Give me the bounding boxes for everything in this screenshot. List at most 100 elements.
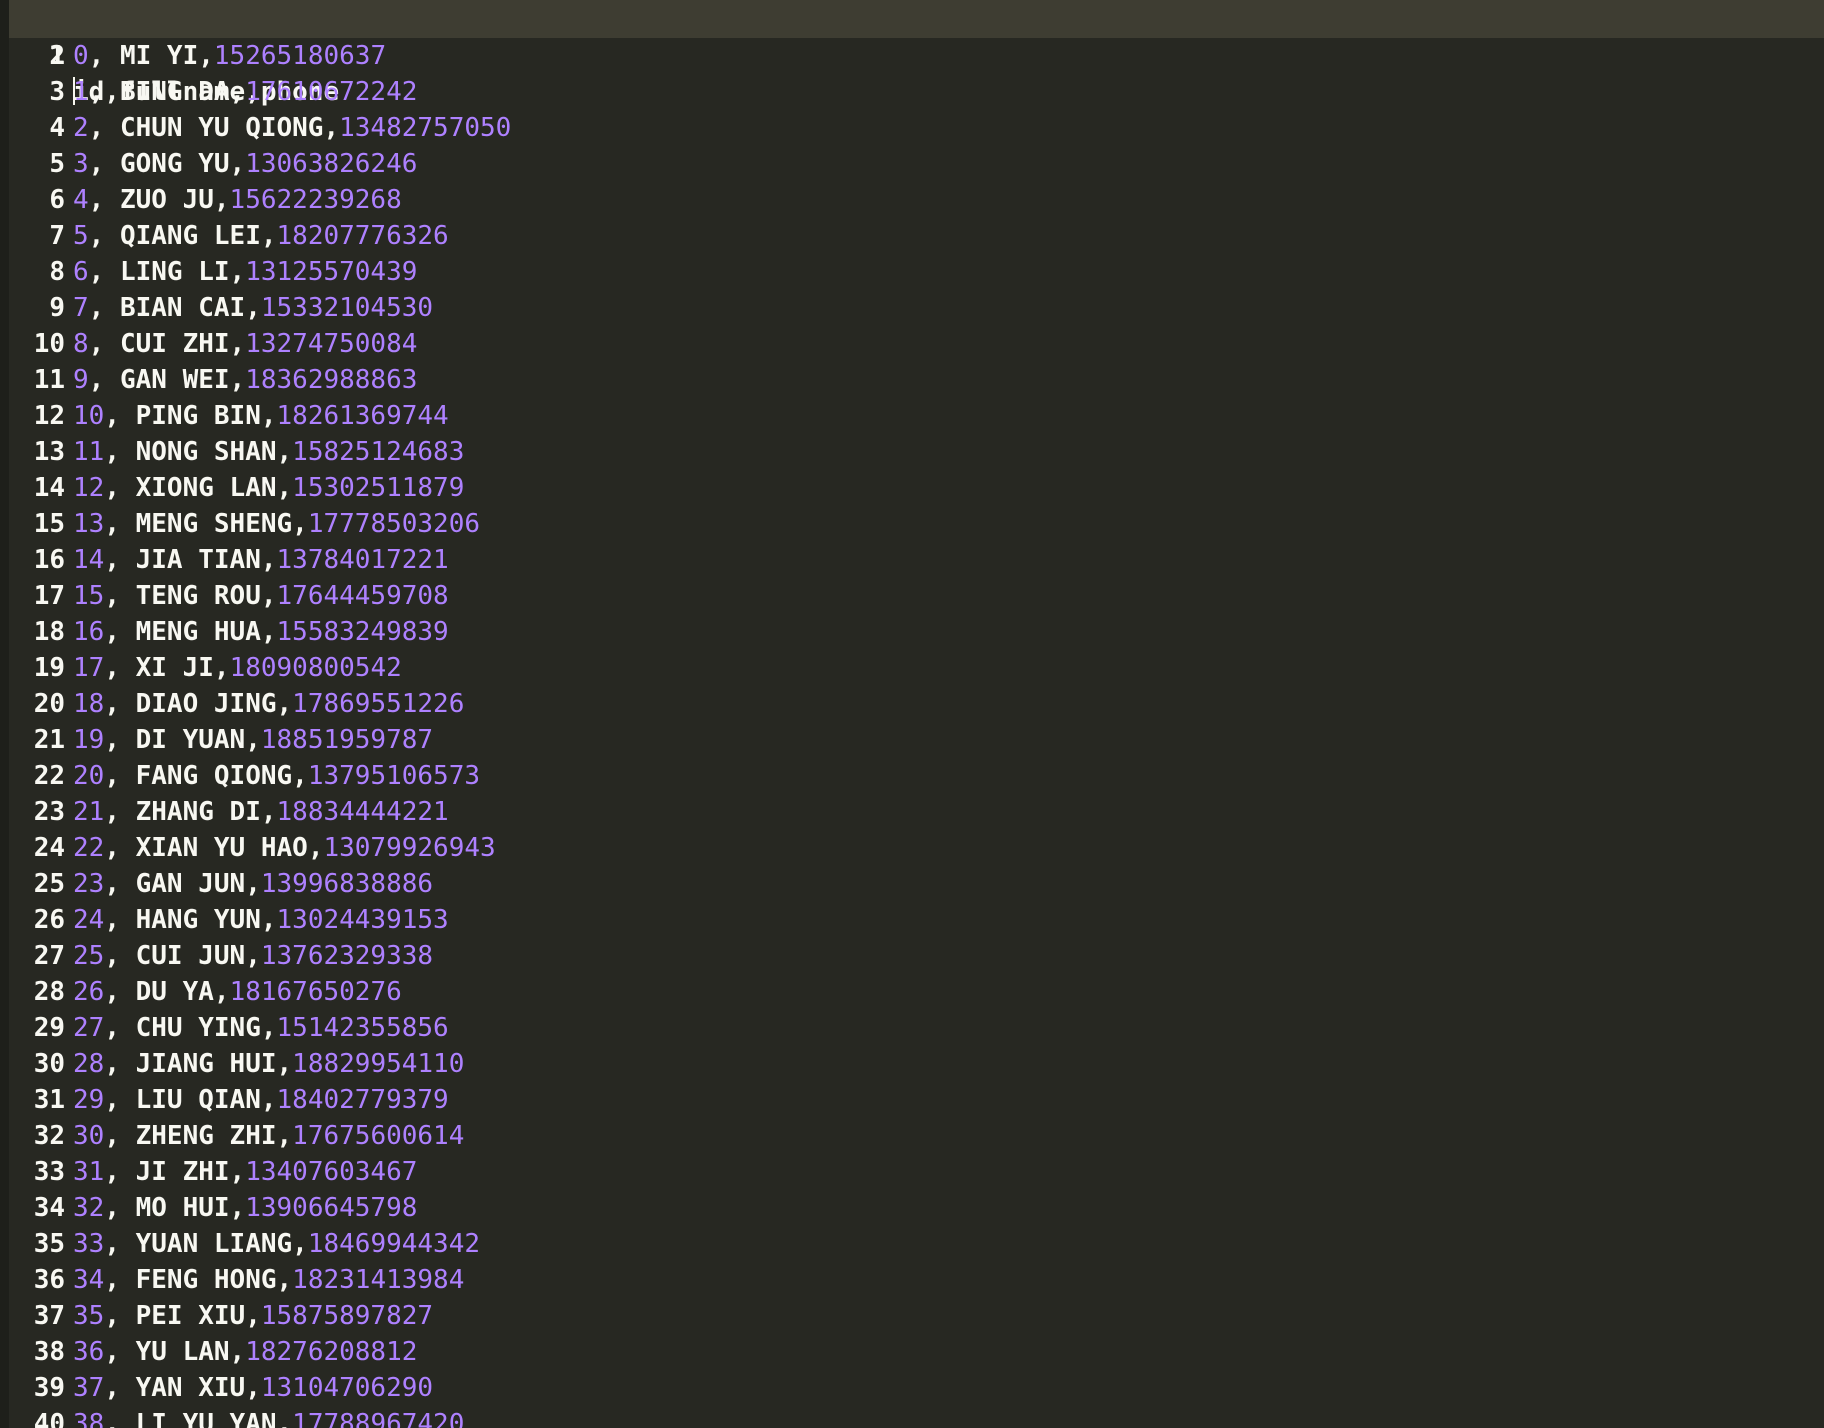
line-content[interactable]: 12, XIONG LAN,15302511879 (73, 470, 464, 506)
line-content[interactable]: 34, FENG HONG,18231413984 (73, 1262, 464, 1298)
line-content[interactable]: 20, FANG QIONG,13795106573 (73, 758, 480, 794)
editor-line[interactable]: 3 1, BING DA,17610672242 (9, 74, 1824, 110)
editor-line[interactable]: 5 3, GONG YU,13063826246 (9, 146, 1824, 182)
line-content[interactable]: 13, MENG SHENG,17778503206 (73, 506, 480, 542)
line-content[interactable]: 21, ZHANG DI,18834444221 (73, 794, 449, 830)
line-content[interactable]: 37, YAN XIU,13104706290 (73, 1370, 433, 1406)
csv-id-value: 4 (73, 185, 89, 215)
csv-id-value: 24 (73, 905, 105, 935)
line-content[interactable]: 15, TENG ROU,17644459708 (73, 578, 449, 614)
line-number: 6 (49, 185, 65, 215)
line-content[interactable]: 11, NONG SHAN,15825124683 (73, 434, 464, 470)
editor-line[interactable]: 37 35, PEI XIU,15875897827 (9, 1298, 1824, 1334)
editor-line[interactable]: 29 27, CHU YING,15142355856 (9, 1010, 1824, 1046)
csv-id-value: 9 (73, 365, 89, 395)
csv-id-value: 23 (73, 869, 105, 899)
editor-line[interactable]: 27 25, CUI JUN,13762329338 (9, 938, 1824, 974)
csv-id-value: 18 (73, 689, 105, 719)
line-content[interactable]: 25, CUI JUN,13762329338 (73, 938, 433, 974)
editor-line[interactable]: 38 36, YU LAN,18276208812 (9, 1334, 1824, 1370)
editor-line[interactable]: 35 33, YUAN LIANG,18469944342 (9, 1226, 1824, 1262)
editor-line[interactable]: 7 5, QIANG LEI,18207776326 (9, 218, 1824, 254)
line-content[interactable]: 4, ZUO JU,15622239268 (73, 182, 402, 218)
editor-line[interactable]: 28 26, DU YA,18167650276 (9, 974, 1824, 1010)
line-content[interactable]: 6, LING LI,13125570439 (73, 254, 417, 290)
csv-phone-value: 17778503206 (307, 509, 481, 539)
editor-line[interactable]: 17 15, TENG ROU,17644459708 (9, 578, 1824, 614)
editor-line[interactable]: 13 11, NONG SHAN,15825124683 (9, 434, 1824, 470)
csv-fullname-value: MI YI (119, 41, 199, 71)
line-content[interactable]: 3, GONG YU,13063826246 (73, 146, 417, 182)
editor-line[interactable]: 22 20, FANG QIONG,13795106573 (9, 758, 1824, 794)
editor-line[interactable]: 21 19, DI YUAN,18851959787 (9, 722, 1824, 758)
editor-line[interactable]: 23 21, ZHANG DI,18834444221 (9, 794, 1824, 830)
csv-fullname-value: YU LAN (135, 1337, 230, 1367)
editor-line[interactable]: 20 18, DIAO JING,17869551226 (9, 686, 1824, 722)
editor-lines[interactable]: 1 id,fullname,phone 2 0, MI YI,1526518063… (9, 2, 1824, 1428)
line-content[interactable]: 14, JIA TIAN,13784017221 (73, 542, 449, 578)
line-number: 40 (33, 1409, 65, 1428)
line-content[interactable]: 16, MENG HUA,15583249839 (73, 614, 449, 650)
editor-line[interactable]: 12 10, PING BIN,18261369744 (9, 398, 1824, 434)
line-content[interactable]: 18, DIAO JING,17869551226 (73, 686, 464, 722)
line-content[interactable]: 30, ZHENG ZHI,17675600614 (73, 1118, 464, 1154)
line-content[interactable]: 26, DU YA,18167650276 (73, 974, 402, 1010)
csv-fullname-value: XIAN YU HAO (135, 833, 308, 863)
line-content[interactable]: 33, YUAN LIANG,18469944342 (73, 1226, 480, 1262)
code-editor[interactable]: 1 id,fullname,phone 2 0, MI YI,1526518063… (0, 0, 1824, 1428)
editor-line[interactable]: 36 34, FENG HONG,18231413984 (9, 1262, 1824, 1298)
editor-line[interactable]: 6 4, ZUO JU,15622239268 (9, 182, 1824, 218)
csv-phone-value: 18834444221 (276, 797, 449, 827)
editor-line[interactable]: 33 31, JI ZHI,13407603467 (9, 1154, 1824, 1190)
line-content[interactable]: 23, GAN JUN,13996838886 (73, 866, 433, 902)
line-content[interactable]: 36, YU LAN,18276208812 (73, 1334, 417, 1370)
editor-line[interactable]: 24 22, XIAN YU HAO,13079926943 (9, 830, 1824, 866)
editor-line[interactable]: 25 23, GAN JUN,13996838886 (9, 866, 1824, 902)
csv-phone-value: 18402779379 (276, 1085, 449, 1115)
line-content[interactable]: 19, DI YUAN,18851959787 (73, 722, 433, 758)
csv-fullname-value: NONG SHAN (135, 437, 277, 467)
editor-line[interactable]: 10 8, CUI ZHI,13274750084 (9, 326, 1824, 362)
line-content[interactable]: 8, CUI ZHI,13274750084 (73, 326, 417, 362)
editor-line[interactable]: 19 17, XI JI,18090800542 (9, 650, 1824, 686)
line-content[interactable]: 29, LIU QIAN,18402779379 (73, 1082, 449, 1118)
editor-line[interactable]: 15 13, MENG SHENG,17778503206 (9, 506, 1824, 542)
line-content[interactable]: 2, CHUN YU QIONG,13482757050 (73, 110, 511, 146)
editor-line[interactable]: 30 28, JIANG HUI,18829954110 (9, 1046, 1824, 1082)
editor-line[interactable]: 14 12, XIONG LAN,15302511879 (9, 470, 1824, 506)
editor-line[interactable]: 11 9, GAN WEI,18362988863 (9, 362, 1824, 398)
line-content[interactable]: 31, JI ZHI,13407603467 (73, 1154, 417, 1190)
line-content[interactable]: 9, GAN WEI,18362988863 (73, 362, 417, 398)
editor-line[interactable]: 31 29, LIU QIAN,18402779379 (9, 1082, 1824, 1118)
editor-line[interactable]: 4 2, CHUN YU QIONG,13482757050 (9, 110, 1824, 146)
line-content[interactable]: 17, XI JI,18090800542 (73, 650, 402, 686)
line-content[interactable]: 10, PING BIN,18261369744 (73, 398, 449, 434)
line-content[interactable]: 35, PEI XIU,15875897827 (73, 1298, 433, 1334)
editor-line[interactable]: 18 16, MENG HUA,15583249839 (9, 614, 1824, 650)
csv-phone-value: 18261369744 (276, 401, 449, 431)
editor-line[interactable]: 16 14, JIA TIAN,13784017221 (9, 542, 1824, 578)
csv-id-value: 2 (73, 113, 89, 143)
editor-line[interactable]: 40 38, LI YU YAN,17788967420 (9, 1406, 1824, 1428)
line-content[interactable]: 7, BIAN CAI,15332104530 (73, 290, 433, 326)
line-number: 29 (33, 1013, 65, 1043)
line-content[interactable]: 24, HANG YUN,13024439153 (73, 902, 449, 938)
line-content[interactable]: 1, BING DA,17610672242 (73, 74, 417, 110)
csv-id-value: 25 (73, 941, 105, 971)
line-content[interactable]: 0, MI YI,15265180637 (73, 38, 386, 74)
editor-line-header[interactable]: 1 id,fullname,phone (9, 2, 1824, 107)
line-content[interactable]: 27, CHU YING,15142355856 (73, 1010, 449, 1046)
editor-line[interactable]: 39 37, YAN XIU,13104706290 (9, 1370, 1824, 1406)
line-content[interactable]: 32, MO HUI,13906645798 (73, 1190, 417, 1226)
line-content[interactable]: 22, XIAN YU HAO,13079926943 (73, 830, 496, 866)
editor-line[interactable]: 8 6, LING LI,13125570439 (9, 254, 1824, 290)
editor-line[interactable]: 34 32, MO HUI,13906645798 (9, 1190, 1824, 1226)
editor-line[interactable]: 26 24, HANG YUN,13024439153 (9, 902, 1824, 938)
line-number: 14 (33, 473, 65, 503)
editor-line[interactable]: 9 7, BIAN CAI,15332104530 (9, 290, 1824, 326)
editor-line[interactable]: 32 30, ZHENG ZHI,17675600614 (9, 1118, 1824, 1154)
line-content[interactable]: 5, QIANG LEI,18207776326 (73, 218, 449, 254)
line-content[interactable]: 38, LI YU YAN,17788967420 (73, 1406, 464, 1428)
editor-line[interactable]: 2 0, MI YI,15265180637 (9, 38, 1824, 74)
line-content[interactable]: 28, JIANG HUI,18829954110 (73, 1046, 464, 1082)
